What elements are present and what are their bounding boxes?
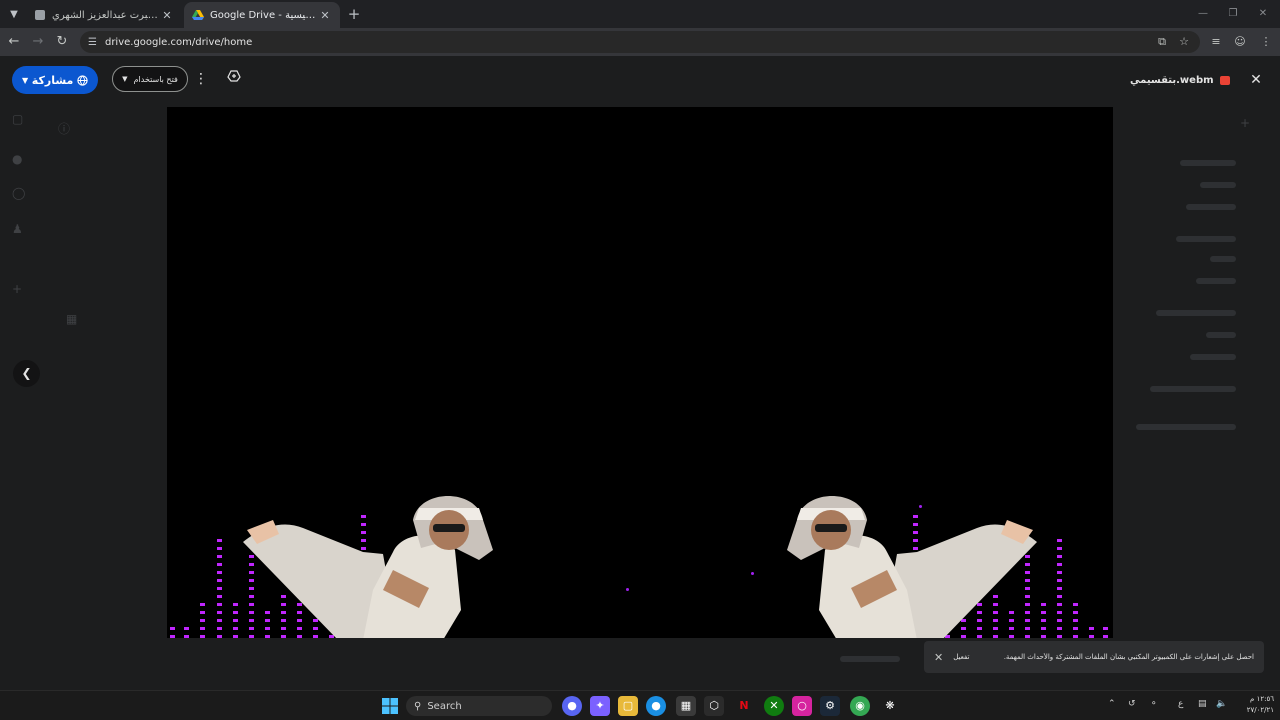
spark-dot <box>626 588 629 591</box>
edge-icon[interactable]: ● <box>646 696 666 716</box>
tab-strip: ▼ البرت عبدالعزيز الشهري - Alert ✕ Googl… <box>0 0 1280 28</box>
add-shortcut-drive-icon[interactable] <box>224 69 244 89</box>
forward-icon[interactable]: → <box>28 32 48 52</box>
open-with-label: فتح باستخدام <box>133 74 178 84</box>
close-tab-icon[interactable]: ✕ <box>160 9 174 22</box>
system-clock[interactable]: ١٢:٥٦ م ٢٧/٠٢/٢١ <box>1234 694 1274 716</box>
previous-file-button[interactable]: ❮ <box>13 360 40 387</box>
file-name: بتقسيمي.webm <box>1130 74 1214 86</box>
close-toast-icon[interactable]: ✕ <box>934 651 943 664</box>
taskbar-search[interactable]: ⚲ Search <box>406 696 552 716</box>
globe-icon <box>77 74 88 86</box>
url-text: drive.google.com/drive/home <box>104 36 253 48</box>
reading-list-icon[interactable]: ≡ <box>1206 32 1226 52</box>
new-tab-icon[interactable]: + <box>344 4 364 24</box>
share-button[interactable]: ▼ مشاركة <box>12 66 98 94</box>
microphone-icon[interactable]: ⚬ <box>1150 699 1158 709</box>
toast-message: احصل على إشعارات على الكمبيوتر المكتبي ب… <box>1003 653 1254 661</box>
video-player[interactable] <box>167 107 1113 638</box>
person-figure-mirrored <box>787 496 1037 638</box>
file-explorer-icon[interactable]: ▢ <box>618 696 638 716</box>
netflix-icon[interactable]: N <box>734 696 754 716</box>
network-icon[interactable]: ▤ <box>1198 699 1207 709</box>
drive-nav-icon: ♟ <box>12 222 23 236</box>
steam-icon[interactable]: ⚙ <box>820 696 840 716</box>
google-drive-icon <box>192 10 204 20</box>
video-file-icon <box>1219 75 1230 85</box>
browser-menu-icon[interactable]: ⋮ <box>1256 32 1276 52</box>
share-label: مشاركة <box>31 73 74 87</box>
spark-dot <box>751 572 754 575</box>
tab-title: Google Drive - الصفحة الرئيسية <box>210 9 318 21</box>
grid-view-icon: ▦ <box>66 312 78 326</box>
equalizer-bar <box>1041 602 1046 638</box>
chatgpt-icon[interactable]: ❋ <box>880 696 900 716</box>
screen: ▼ البرت عبدالعزيز الشهري - Alert ✕ Googl… <box>0 0 1280 720</box>
copilot-icon[interactable]: ✦ <box>590 696 610 716</box>
person-figure <box>243 496 493 638</box>
drive-nav-icon: + <box>12 282 23 296</box>
keyboard-language[interactable]: ع <box>1178 699 1183 709</box>
tab-google-drive[interactable]: Google Drive - الصفحة الرئيسية ✕ <box>184 2 340 28</box>
sync-icon[interactable]: ↺ <box>1128 699 1136 709</box>
install-app-icon[interactable]: ⧉ <box>1152 32 1172 52</box>
tray-expand-icon[interactable]: ⌃ <box>1108 699 1116 709</box>
tab-alert[interactable]: البرت عبدالعزيز الشهري - Alert ✕ <box>26 2 182 28</box>
close-window-icon[interactable]: ✕ <box>1248 4 1278 24</box>
store-icon[interactable]: ▦ <box>676 696 696 716</box>
notification-toast: احصل على إشعارات على الكمبيوتر المكتبي ب… <box>924 641 1264 673</box>
clock-date: ٢٧/٠٢/٢١ <box>1246 706 1274 714</box>
caret-down-icon: ▼ <box>122 75 128 83</box>
unity-icon[interactable]: ⬡ <box>704 696 724 716</box>
page-favicon-icon <box>35 10 45 20</box>
windows-start-icon[interactable] <box>380 696 400 716</box>
xbox-icon[interactable]: ✕ <box>764 696 784 716</box>
more-actions-icon[interactable]: ⋮ <box>192 69 210 89</box>
file-title: بتقسيمي.webm <box>1130 72 1230 88</box>
instagram-icon[interactable]: ○ <box>792 696 812 716</box>
open-with-button[interactable]: ▼ فتح باستخدام <box>112 66 188 92</box>
tab-title: البرت عبدالعزيز الشهري - Alert <box>52 9 160 21</box>
close-viewer-icon[interactable]: ✕ <box>1246 70 1266 90</box>
profile-icon[interactable]: ☺ <box>1230 32 1250 52</box>
reload-icon[interactable]: ↻ <box>52 32 72 52</box>
info-icon: ⓘ <box>58 122 71 136</box>
drive-nav-icon: ▢ <box>12 112 24 126</box>
equalizer-bar <box>1073 600 1078 638</box>
drive-nav-icon: ● <box>12 152 23 166</box>
equalizer-bar <box>233 602 238 638</box>
tab-search-icon[interactable]: ▼ <box>4 4 24 24</box>
equalizer-bar <box>170 626 175 638</box>
equalizer-bar <box>1103 626 1108 638</box>
windows-taskbar: ⚲ Search ● ✦ ▢ ● ▦ ⬡ N ✕ ○ ⚙ ◉ ❋ ⌃ ↺ ⚬ ع… <box>0 690 1280 720</box>
drive-nav-icon: ◯ <box>12 186 26 200</box>
search-label: Search <box>427 700 462 712</box>
equalizer-bar <box>1057 538 1062 638</box>
back-icon[interactable]: ← <box>4 32 24 52</box>
equalizer-bar <box>1089 626 1094 638</box>
address-bar[interactable]: ☰ drive.google.com/drive/home <box>80 31 1200 53</box>
close-tab-icon[interactable]: ✕ <box>318 9 332 22</box>
maximize-icon[interactable]: ❐ <box>1218 4 1248 24</box>
chrome-icon[interactable]: ◉ <box>850 696 870 716</box>
browser-toolbar: ← → ↻ ☰ drive.google.com/drive/home ⧉ ☆ … <box>0 28 1280 56</box>
discord-icon[interactable]: ● <box>562 696 582 716</box>
equalizer-bar <box>200 600 205 638</box>
equalizer-bar <box>217 538 222 638</box>
search-icon: ⚲ <box>414 700 422 712</box>
chevron-down-icon: ▼ <box>22 75 29 85</box>
minimize-icon[interactable]: — <box>1188 4 1218 24</box>
volume-icon[interactable]: 🔈 <box>1216 699 1227 709</box>
enable-notifications-button[interactable]: تفعيل <box>953 653 969 661</box>
new-icon: + <box>1240 116 1251 130</box>
site-info-icon[interactable]: ☰ <box>88 37 97 48</box>
equalizer-bar <box>184 626 189 638</box>
bookmark-star-icon[interactable]: ☆ <box>1174 32 1194 52</box>
clock-time: ١٢:٥٦ م <box>1250 695 1274 703</box>
